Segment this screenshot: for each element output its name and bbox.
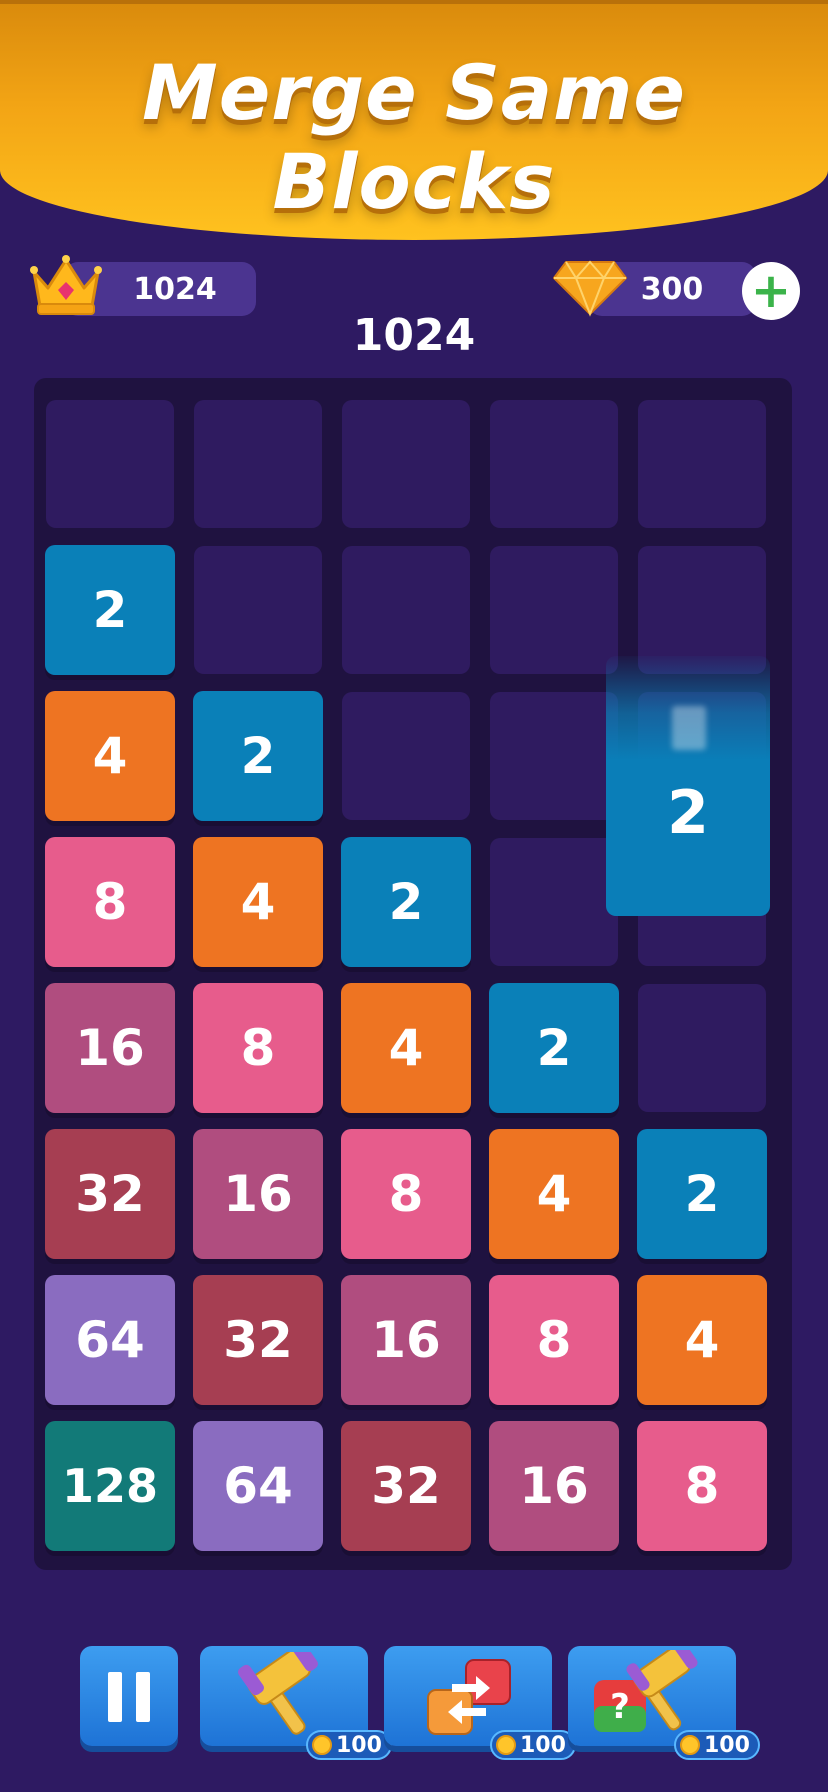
tile-32: 32 xyxy=(341,1421,471,1551)
gem-count: 300 xyxy=(640,271,704,307)
tile-64: 64 xyxy=(45,1275,175,1405)
empty-cell xyxy=(342,400,470,528)
tile-2: 2 xyxy=(489,983,619,1113)
coin-icon xyxy=(496,1735,516,1755)
tile-2: 2 xyxy=(45,545,175,675)
gem-icon xyxy=(553,260,627,317)
empty-cell xyxy=(638,400,766,528)
tile-32: 32 xyxy=(45,1129,175,1259)
tile-2: 2 xyxy=(341,837,471,967)
svg-text:?: ? xyxy=(610,1687,630,1727)
tile-4: 4 xyxy=(193,837,323,967)
empty-cell xyxy=(342,546,470,674)
tile-16: 16 xyxy=(341,1275,471,1405)
empty-cell xyxy=(194,546,322,674)
empty-cell xyxy=(342,692,470,820)
tile-8: 8 xyxy=(637,1421,767,1551)
tile-8: 8 xyxy=(489,1275,619,1405)
tile-2: 2 xyxy=(193,691,323,821)
pause-button[interactable] xyxy=(80,1646,178,1746)
empty-cell xyxy=(638,984,766,1112)
tile-32: 32 xyxy=(193,1275,323,1405)
tile-16: 16 xyxy=(193,1129,323,1259)
game-board[interactable]: 2 4 2 8 4 2 16 8 4 2 32 16 8 4 2 64 32 16 8 4 128 64 32 16 8 xyxy=(34,378,792,1570)
question-hammer-icon: ? xyxy=(594,1650,698,1732)
empty-cell xyxy=(490,838,618,966)
empty-cell xyxy=(490,400,618,528)
coin-icon xyxy=(680,1735,700,1755)
swap-powerup-button[interactable]: 100 xyxy=(384,1646,576,1760)
tile-16: 16 xyxy=(45,983,175,1113)
random-hammer-cost-badge: 100 xyxy=(674,1730,760,1760)
tile-4: 4 xyxy=(341,983,471,1113)
swap-cost: 100 xyxy=(520,1732,566,1758)
tile-4: 4 xyxy=(489,1129,619,1259)
tile-4: 4 xyxy=(45,691,175,821)
empty-cell xyxy=(194,400,322,528)
tile-128: 128 xyxy=(45,1421,175,1551)
hammer-cost: 100 xyxy=(336,1732,382,1758)
crown-icon xyxy=(30,255,102,315)
random-hammer-cost: 100 xyxy=(704,1732,750,1758)
tile-8: 8 xyxy=(193,983,323,1113)
empty-cell xyxy=(638,546,766,674)
empty-cell xyxy=(490,692,618,820)
empty-cell xyxy=(46,400,174,528)
page-title: Merge Same Blocks xyxy=(142,48,686,226)
falling-block-value: 2 xyxy=(667,778,709,848)
tile-2: 2 xyxy=(637,1129,767,1259)
hammer-cost-badge: 100 xyxy=(306,1730,392,1760)
hammer-icon xyxy=(238,1652,318,1735)
current-score: 1024 xyxy=(352,310,476,361)
plus-icon: + xyxy=(750,263,792,319)
best-score-value: 1024 xyxy=(133,271,217,307)
tile-16: 16 xyxy=(489,1421,619,1551)
swap-cost-badge: 100 xyxy=(490,1730,576,1760)
empty-cell xyxy=(490,546,618,674)
tile-4: 4 xyxy=(637,1275,767,1405)
tile-8: 8 xyxy=(341,1129,471,1259)
pause-icon-bar xyxy=(136,1672,150,1722)
tile-64: 64 xyxy=(193,1421,323,1551)
random-hammer-powerup-button[interactable]: ? 100 xyxy=(568,1646,760,1760)
tile-8: 8 xyxy=(45,837,175,967)
pause-icon xyxy=(108,1672,122,1722)
hammer-powerup-button[interactable]: 100 xyxy=(200,1646,392,1760)
falling-block-trail xyxy=(672,706,706,750)
coin-icon xyxy=(312,1735,332,1755)
swap-icon xyxy=(427,1659,511,1735)
